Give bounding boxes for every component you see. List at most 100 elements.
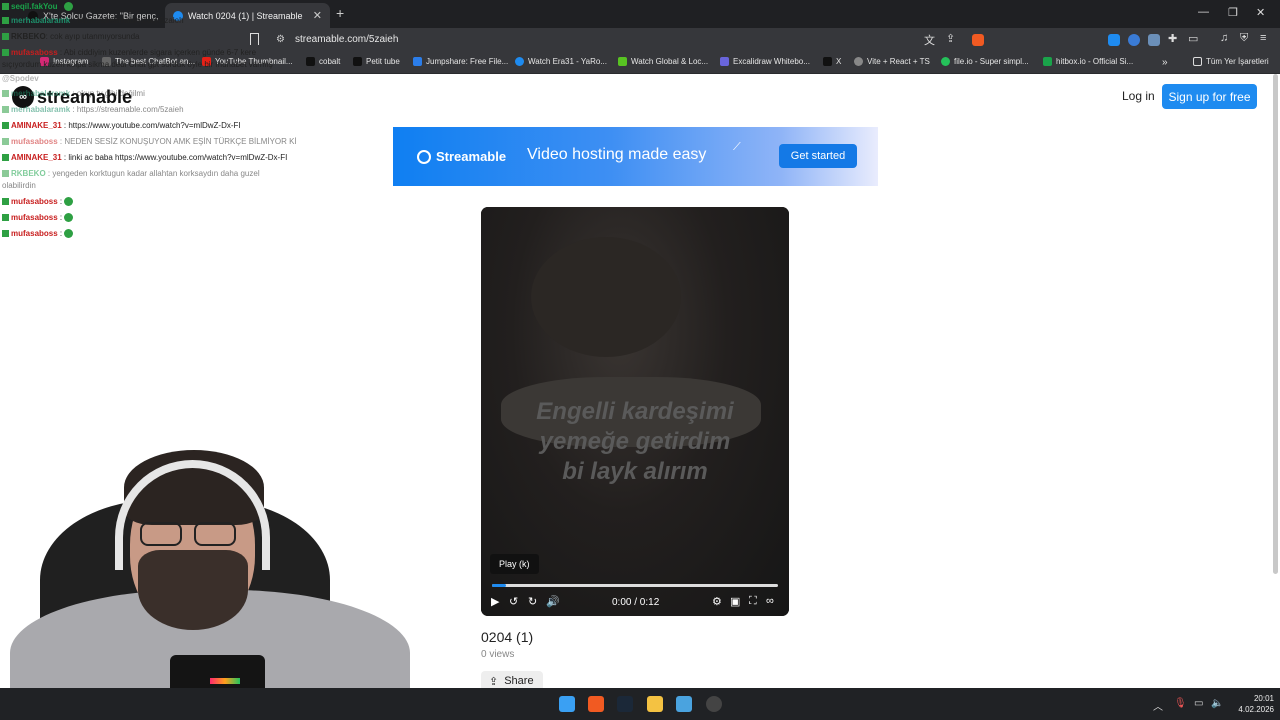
bookmark-label: X	[836, 57, 842, 66]
forward-icon[interactable]: ↻	[528, 595, 537, 608]
chat-badge-icon	[2, 230, 9, 238]
signup-button[interactable]: Sign up for free	[1162, 84, 1257, 109]
streamable-logo-icon	[417, 149, 431, 164]
bookmark-item[interactable]: Excalidraw Whitebo...	[720, 57, 810, 66]
chat-separator: :	[57, 2, 65, 11]
chat-badge-icon	[2, 33, 9, 41]
speaker-icon[interactable]: 🔈	[1211, 698, 1223, 709]
chat-username: RKBEKO	[11, 32, 46, 41]
login-link[interactable]: Log in	[1122, 89, 1155, 103]
banner-brand: Streamable	[436, 149, 507, 164]
tray-overflow-icon[interactable]: ︿	[1153, 698, 1163, 713]
windows-start-icon[interactable]	[559, 696, 575, 712]
chat-text: sıçıyordum kuzen kolpa sikma dedi Chat g…	[2, 60, 273, 69]
chat-username: merhabalaramk	[11, 89, 71, 98]
video-player[interactable]: Engelli kardeşimi yemeğe getirdim bi lay…	[481, 207, 789, 616]
bookmark-label: Watch Global & Loc...	[631, 57, 709, 66]
petit-tube-icon	[353, 57, 362, 66]
mic-rgb-light	[210, 678, 240, 684]
network-icon[interactable]: ▭	[1194, 698, 1203, 709]
site-settings-icon[interactable]: ⚙	[276, 34, 285, 45]
browser-tab-active[interactable]: Watch 0204 (1) | Streamable ✕	[165, 3, 330, 28]
chat-separator: :	[57, 229, 65, 238]
sparkle-icon: ⟋	[733, 141, 741, 153]
bookmark-item[interactable]: X	[823, 57, 841, 66]
puzzle-icon[interactable]: ✚	[1168, 32, 1177, 45]
bookmark-label: Watch Era31 - YaRo...	[528, 57, 607, 66]
share-icon[interactable]: ⇪	[946, 32, 955, 45]
extension-icon[interactable]	[1148, 34, 1160, 46]
file-explorer-icon[interactable]	[647, 696, 663, 712]
excalidraw-icon	[720, 57, 729, 66]
obs-icon[interactable]	[706, 696, 722, 712]
chat-username: mufasaboss	[11, 213, 58, 222]
close-tab-icon[interactable]: ✕	[313, 9, 322, 22]
banner-tagline: Video hosting made easy	[527, 146, 707, 163]
chat-text: okup tv gibi değilmi	[76, 89, 145, 98]
menu-icon[interactable]: ≡	[1260, 32, 1266, 44]
extension-icon[interactable]	[1108, 34, 1120, 46]
chat-text: yengeden korktugun kadar allahtan korksa…	[52, 169, 260, 178]
chat-username: seqil.fakYou	[11, 2, 58, 11]
close-window-icon[interactable]: ✕	[1256, 6, 1265, 19]
twitch-tracker-icon	[618, 57, 627, 66]
bookmark-item[interactable]: Watch Era31 - YaRo...	[515, 57, 607, 66]
time-display: 0:00 / 0:12	[612, 597, 660, 608]
bookmark-item[interactable]: Jumpshare: Free File...	[413, 57, 508, 66]
bookmark-label: Petit tube	[366, 57, 400, 66]
hitbox-icon	[1043, 57, 1052, 66]
shield-icon[interactable]: ⛨	[1240, 32, 1248, 45]
chat-badge-icon	[2, 138, 9, 146]
bookmark-item[interactable]: file.io - Super simpl...	[941, 57, 1029, 66]
chat-emote-icon	[64, 2, 74, 12]
chat-emote-icon	[64, 213, 74, 223]
page-scrollbar[interactable]	[1273, 74, 1278, 574]
music-icon[interactable]: ♫	[1220, 32, 1228, 44]
chat-message: mufasaboss :	[2, 197, 74, 207]
bookmark-item[interactable]: hitbox.io - Official Si...	[1043, 57, 1133, 66]
sidebar-icon[interactable]: ▭	[1188, 32, 1198, 45]
chat-message: @Spodev	[2, 74, 39, 84]
chat-badge-icon	[2, 170, 9, 178]
view-count: 0 views	[481, 649, 515, 660]
caption-line: bi layk alırım	[562, 458, 708, 485]
url-field[interactable]: streamable.com/5zaieh	[295, 34, 398, 45]
photos-icon[interactable]	[676, 696, 692, 712]
bookmark-icon[interactable]	[250, 33, 259, 45]
progress-bar[interactable]	[492, 584, 778, 587]
pip-icon[interactable]: ▣	[730, 595, 740, 608]
brave-browser-icon[interactable]	[588, 696, 604, 712]
chat-username: merhabalaramk	[11, 16, 71, 25]
streamable-logo-icon[interactable]: ∞	[766, 595, 774, 607]
chat-message: AMINAKE_31 : linki ac baba https://www.y…	[2, 153, 287, 163]
minimize-icon[interactable]: —	[1198, 6, 1209, 18]
chat-separator: :	[70, 89, 77, 98]
chat-message: seqil.fakYou :	[2, 2, 74, 12]
system-clock[interactable]: 20:01 4.02.2026	[1228, 693, 1274, 715]
new-tab-icon[interactable]: +	[336, 5, 344, 21]
volume-icon[interactable]: 🔊	[546, 595, 560, 608]
brave-shields-icon[interactable]	[972, 34, 984, 46]
bookmark-item[interactable]: Vite + React + TS	[854, 57, 930, 66]
bookmark-item[interactable]: Petit tube	[353, 57, 400, 66]
settings-icon[interactable]: ⚙	[712, 595, 722, 608]
clock-date: 4.02.2026	[1238, 705, 1274, 714]
translate-icon[interactable]: 文	[924, 32, 935, 48]
chat-separator: :	[70, 105, 77, 114]
all-bookmarks[interactable]: Tüm Yer İşaretleri	[1193, 57, 1269, 66]
steam-icon[interactable]	[617, 696, 633, 712]
bookmark-item[interactable]: cobalt	[306, 57, 340, 66]
get-started-button[interactable]: Get started	[779, 144, 857, 168]
promo-banner[interactable]: Streamable Video hosting made easy ⟋ Get…	[393, 127, 878, 186]
play-icon[interactable]: ▶	[491, 595, 499, 608]
restore-icon[interactable]: ❐	[1228, 6, 1238, 19]
mic-icon[interactable]: 🎙	[1174, 698, 1187, 709]
chat-text: cok ayıp utanmıyorsunda	[50, 32, 140, 41]
bookmark-item[interactable]: Watch Global & Loc...	[618, 57, 708, 66]
fullscreen-icon[interactable]: ⛶	[749, 595, 757, 608]
chat-separator: :	[57, 213, 65, 222]
chat-badge-icon	[2, 90, 9, 98]
rewind-icon[interactable]: ↺	[509, 595, 518, 608]
vpn-icon[interactable]	[1128, 34, 1140, 46]
more-bookmarks-icon[interactable]: »	[1162, 57, 1168, 68]
